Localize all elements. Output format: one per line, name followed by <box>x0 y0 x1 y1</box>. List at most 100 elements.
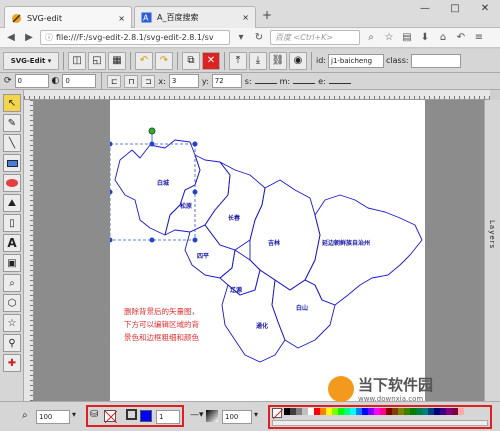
separator <box>130 51 131 70</box>
delete-icon[interactable]: ✕ <box>202 51 220 70</box>
back-icon[interactable]: ◀ <box>4 32 18 43</box>
pencil-tool-icon[interactable]: ✎ <box>3 114 21 132</box>
zoom-field[interactable]: 100 <box>36 410 70 424</box>
wireframe-icon[interactable]: ◫ <box>68 51 86 70</box>
move-bottom-icon[interactable]: ⤓ <box>249 51 267 70</box>
separator <box>101 72 103 90</box>
rect-tool-icon[interactable] <box>3 154 21 172</box>
id-label: id: <box>316 56 326 65</box>
fill-color-swatch[interactable] <box>104 410 118 424</box>
annotation-line: 景色和边框粗细和颜色 <box>124 332 199 342</box>
start-marker-select[interactable] <box>254 78 277 84</box>
redo-icon[interactable]: ↷ <box>155 51 173 70</box>
grid-icon[interactable]: ▦ <box>108 51 126 70</box>
id-field[interactable]: j1-baicheng <box>328 53 384 68</box>
horizontal-ruler <box>24 90 490 100</box>
region-label: 白山 <box>296 304 308 312</box>
image-insert-icon[interactable]: ▣ <box>3 254 21 272</box>
palette-scrollbar[interactable] <box>272 420 488 426</box>
download-icon[interactable]: ⬇ <box>418 32 432 43</box>
region-label: 四平 <box>197 253 209 260</box>
tab-baidu[interactable]: A A_百度搜索 × <box>134 6 256 28</box>
path-tool-icon[interactable]: ⛰ <box>3 194 21 212</box>
maximize-button[interactable]: □ <box>440 0 470 18</box>
shape-library-icon[interactable]: ✚ <box>3 354 21 372</box>
y-label: y: <box>201 76 209 86</box>
text-tool-icon[interactable]: A <box>3 234 21 252</box>
clone-icon[interactable]: ⧉ <box>182 51 200 70</box>
svg-edit-favicon-icon <box>11 13 22 24</box>
no-color-swatch[interactable] <box>272 408 284 420</box>
class-label: class: <box>386 56 409 65</box>
watermark-title: 当下软件园 <box>358 376 434 394</box>
region-siping-shape <box>184 224 236 279</box>
star-icon[interactable]: ☆ <box>382 32 396 43</box>
zoom-tool-icon[interactable]: ⌕ <box>3 274 21 292</box>
bottom-panel: ⌕ 100 ▾ ⛁ 1 —▾ 100 ▾ <box>0 401 500 431</box>
align-center-icon[interactable]: ⊓ <box>124 74 139 88</box>
forward-icon[interactable]: ▶ <box>22 32 36 43</box>
stroke-color-swatch[interactable] <box>140 410 152 422</box>
undo-icon[interactable]: ↶ <box>135 51 153 70</box>
separator <box>311 51 312 70</box>
tab-label: A_百度搜索 <box>157 13 199 22</box>
search-icon[interactable]: ⌕ <box>364 32 378 43</box>
browser-tab-bar: SVG-edit × A A_百度搜索 × + — □ ✕ <box>0 0 500 29</box>
region-label: 通化 <box>256 322 268 330</box>
undo-icon[interactable]: ↶ <box>454 32 468 43</box>
watermark-url: www.downxia.com <box>358 395 424 403</box>
blur-icon: ◐ <box>51 76 60 86</box>
tab-close-icon[interactable]: × <box>118 14 125 23</box>
map-drawing[interactable]: 白城 松原 长春 吉林 延边朝鲜族自治州 四平 辽源 白山 通化 删除背景后的矢… <box>107 100 425 401</box>
palette-swatch[interactable] <box>458 408 464 415</box>
stroke-width-field[interactable]: 1 <box>156 410 180 424</box>
page-icon: ⓘ <box>45 33 53 42</box>
class-field[interactable] <box>410 53 461 68</box>
tab-close-icon[interactable]: × <box>242 13 249 22</box>
image-tool-icon[interactable]: ▯ <box>3 214 21 232</box>
library-icon[interactable]: ▤ <box>400 32 414 43</box>
home-icon[interactable]: ⌂ <box>436 32 450 43</box>
mid-marker-label: m: <box>279 76 291 86</box>
new-tab-button[interactable]: + <box>262 8 272 22</box>
ellipse-tool-icon[interactable] <box>3 174 21 192</box>
convert-path-icon[interactable]: ◉ <box>289 51 307 70</box>
url-field[interactable]: ⓘ file:///F:/svg-edit-2.8.1/svg-edit-2.8… <box>40 30 230 45</box>
polygon-tool-icon[interactable]: ⬡ <box>3 294 21 312</box>
close-window-button[interactable]: ✕ <box>470 0 500 18</box>
align-left-icon[interactable]: ⊏ <box>107 74 122 88</box>
rotate-field[interactable]: 0 <box>14 74 49 88</box>
tab-svg-edit[interactable]: SVG-edit × <box>4 6 132 29</box>
reload-icon[interactable]: ↻ <box>252 32 266 43</box>
opacity-dropdown-icon[interactable]: ▾ <box>254 410 258 419</box>
y-field[interactable]: 72 <box>211 74 242 88</box>
region-jilin-shape <box>249 179 321 291</box>
dropdown-icon[interactable]: ▾ <box>234 32 248 43</box>
separator <box>224 51 225 70</box>
color-palette[interactable] <box>284 408 464 415</box>
zoom-dropdown-icon[interactable]: ▾ <box>72 410 76 419</box>
source-icon[interactable]: ◱ <box>88 51 106 70</box>
region-baicheng-shape <box>114 139 201 236</box>
svg-canvas[interactable]: 白城 松原 长春 吉林 延边朝鲜族自治州 四平 辽源 白山 通化 删除背景后的矢… <box>107 100 425 401</box>
line-tool-icon[interactable]: ╲ <box>3 134 21 152</box>
layers-panel-toggle[interactable]: Layers <box>484 100 500 401</box>
star-tool-icon[interactable]: ☆ <box>3 314 21 332</box>
move-top-icon[interactable]: ⤒ <box>229 51 247 70</box>
x-field[interactable]: 3 <box>168 74 199 88</box>
mid-marker-select[interactable] <box>293 78 316 84</box>
end-marker-select[interactable] <box>328 78 351 84</box>
blur-field[interactable]: 0 <box>62 74 97 88</box>
select-tool-icon[interactable]: ↖ <box>3 94 21 112</box>
link-icon[interactable]: ⛓ <box>269 51 287 70</box>
app-menu-button[interactable]: SVG-Edit ▾ <box>3 51 59 70</box>
region-baishan-shape <box>271 279 336 349</box>
align-right-icon[interactable]: ⊐ <box>141 74 156 88</box>
menu-icon[interactable]: ≡ <box>472 32 486 43</box>
opacity-field[interactable]: 100 <box>222 410 252 424</box>
minimize-button[interactable]: — <box>410 0 440 18</box>
eyedropper-tool-icon[interactable]: ⚲ <box>3 334 21 352</box>
rotate-handle[interactable] <box>148 127 156 135</box>
stroke-style-dropdown-icon[interactable]: —▾ <box>190 410 204 420</box>
search-field[interactable]: 百度 <Ctrl+K> <box>270 30 360 45</box>
